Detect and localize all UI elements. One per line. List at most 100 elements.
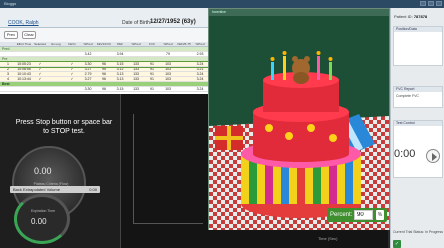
table-cell: 91 [150,87,154,91]
test-timer: 0:00 [394,148,416,160]
table-cell: 103 [165,72,171,76]
position-section: Position/Data [393,26,443,66]
table-cell: 95 [102,67,106,71]
column-header: PEF [117,42,123,46]
column-header: %Pred [163,42,173,46]
table-cell: ✓ [38,62,42,66]
table-cell [176,67,192,71]
table-body: Pred 3.42 3.94 79 2.93 Pre 1 10:05:23 ✓ ✓ 3.30 96 3.… [0,47,208,92]
table-cell: ✓ [38,67,42,71]
maximize-icon[interactable] [428,1,434,6]
table-cell: 91 [150,72,154,76]
bev-label: Back Extrapolated Volume [13,187,60,192]
incentive-title: Incentive [209,9,389,16]
table-cell [176,62,192,66]
table-cell [48,87,64,91]
table-cell: 10:05:23 [17,62,31,66]
table-cell: 96 [102,72,106,76]
column-header: FVC [149,42,155,46]
minimize-icon[interactable] [420,1,426,6]
table-cell [16,87,32,91]
table-cell: 133 [133,77,139,81]
teddy-bear-icon [292,56,310,84]
table-cell [128,52,144,56]
time-axis-label: Time (Sec) [318,236,338,241]
table-cell: 3.15 [116,87,124,91]
percent-control: Percent: % [327,208,387,222]
column-header: FEV1/FVC [96,42,112,46]
play-button[interactable] [426,149,440,163]
table-cell: 3.42 [84,52,92,56]
table-cell [48,67,64,71]
trial-status-label: Current Trial Status: [393,230,425,234]
column-header: FEV1 [68,42,76,46]
table-cell: 1 [7,62,9,66]
table-cell [176,77,192,81]
column-header [0,42,16,46]
expiration-gauge: Expiration Time 0.00 [14,194,70,244]
stop-instruction: Press Stop button or space bar to STOP t… [15,119,113,135]
table-cell: 133 [133,67,139,71]
table-cell: 3.27 [84,77,92,81]
close-icon[interactable] [436,1,442,6]
column-header: %Pred [195,42,205,46]
trial-status: Current Trial Status: In Progress [393,230,443,234]
column-header: Ex.Log [51,42,61,46]
expiration-label: Expiration Time [30,209,56,213]
table-cell: 3.15 [116,62,124,66]
patient-header: COOK, Ralph Date of Birth: 12/27/1952 (6… [0,8,208,28]
table-cell: 103 [165,87,171,91]
table-cell [32,87,48,91]
table-cell: 91 [150,67,154,71]
window-title: Bloggs [4,1,17,6]
table-cell [32,52,48,56]
prev-button[interactable]: Prev [4,31,18,39]
table-cell: 3.24 [196,72,204,76]
table-cell [96,52,112,56]
birthday-cake-illustration [209,16,389,230]
table-cell: 103 [165,77,171,81]
table-row[interactable]: 3.30 96 3.15 133 91 103 3.24 [0,87,208,92]
table-cell: 3.24 [196,77,204,81]
patient-id-value: 787878 [413,14,428,19]
table-cell: 2 [7,67,9,71]
time-plot: Time (Sec) [208,228,388,248]
table-cell: 3.24 [196,87,204,91]
patient-name-link[interactable]: COOK, Ralph [8,20,39,26]
window-controls [420,1,442,6]
clear-button[interactable]: Clear [22,31,36,39]
table-cell: 10:08:56 [17,67,31,71]
table-cell: 3.12 [116,67,124,71]
column-header: FEF25-75 [177,42,191,46]
percent-unit: % [376,210,384,220]
table-cell [176,52,192,56]
table-cell: 4 [7,77,9,81]
stop-button[interactable]: ✓ [393,240,401,248]
table-cell: ✓ [38,72,42,76]
view-toolbar: Prev Clear [0,28,208,42]
fvc-report-value[interactable]: Complete FVC [394,92,442,100]
window-titlebar: Bloggs [0,0,444,8]
table-cell [0,87,16,91]
table-cell: 133 [133,72,139,76]
patient-id-label: Patient ID: [394,14,413,19]
table-cell: 96 [102,62,106,66]
table-cell: 3.30 [84,87,92,91]
position-title: Position/Data [394,27,442,32]
patient-id: Patient ID: 787878 [394,14,427,19]
table-cell [144,52,160,56]
bev-strip: Back Extrapolated Volume 0.00 [10,186,100,193]
table-cell: ✓ [38,77,42,81]
table-cell [48,62,64,66]
table-cell [176,87,192,91]
table-cell [48,72,64,76]
group-label: Pre [2,57,8,61]
table-cell: 3 [7,72,9,76]
plateau-value: 0.00 [34,166,52,176]
table-cell: ✓ [70,62,74,66]
results-table: Effort Time Selected Ex.Log FEV1 %Pred F… [0,42,208,94]
flow-plot [120,94,208,248]
dob-label: Date of Birth: [122,20,152,26]
table-cell: 10:13:44 [17,77,31,81]
percent-input[interactable] [354,210,373,220]
